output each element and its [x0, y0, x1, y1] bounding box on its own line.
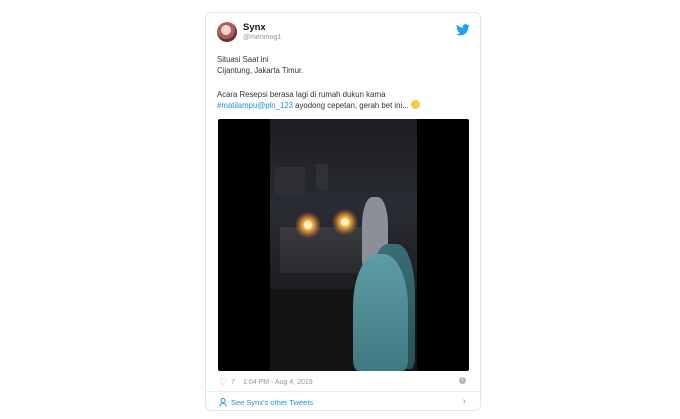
wall-decoration [316, 164, 328, 190]
tweet-text-rest: ayodong cepetan, gerah bet ini... [292, 101, 409, 110]
tweet-card: Synx @menmog1 Situasi Saat ini Cijantung… [205, 12, 481, 411]
divider [206, 391, 480, 392]
chevron-right-icon[interactable]: › [463, 396, 466, 407]
person-figure [353, 254, 408, 371]
wall-decoration [275, 167, 305, 195]
heart-icon[interactable]: ♡ [219, 377, 227, 388]
avatar[interactable] [217, 22, 237, 42]
tweet-meta: ♡ 7 1:04 PM - Aug 4, 2019 [219, 377, 313, 388]
tweet-text-line-1: Situasi Saat ini [217, 55, 269, 64]
person-icon [219, 398, 227, 407]
see-other-tweets-link[interactable]: See Synx's other Tweets [219, 398, 313, 407]
twitter-bird-icon[interactable] [456, 24, 470, 36]
video-player[interactable] [218, 119, 469, 371]
like-count[interactable]: 7 [231, 379, 235, 386]
table [280, 227, 364, 273]
footer-link-text[interactable]: See Synx's other Tweets [231, 398, 313, 407]
tweet-text-line-4: Acara Resepsi berasa lagi di rumah dukun… [217, 90, 386, 99]
mention-link[interactable]: @pln_123 [257, 101, 293, 110]
sweat-emoji-icon [410, 100, 420, 110]
candle-light [295, 212, 321, 238]
candle-light [332, 209, 358, 235]
hashtag-link[interactable]: #matilampu [217, 101, 257, 110]
tweet-text-line-2: Cijantung, Jakarta Timur. [217, 66, 304, 75]
display-name[interactable]: Synx [243, 22, 266, 33]
user-handle[interactable]: @menmog1 [243, 34, 281, 41]
tweet-text-line-5: #matilampu@pln_123 ayodong cepetan, gera… [217, 100, 420, 111]
info-icon[interactable]: i [459, 377, 466, 384]
video-frame[interactable] [270, 119, 417, 371]
timestamp[interactable]: 1:04 PM - Aug 4, 2019 [243, 379, 313, 386]
